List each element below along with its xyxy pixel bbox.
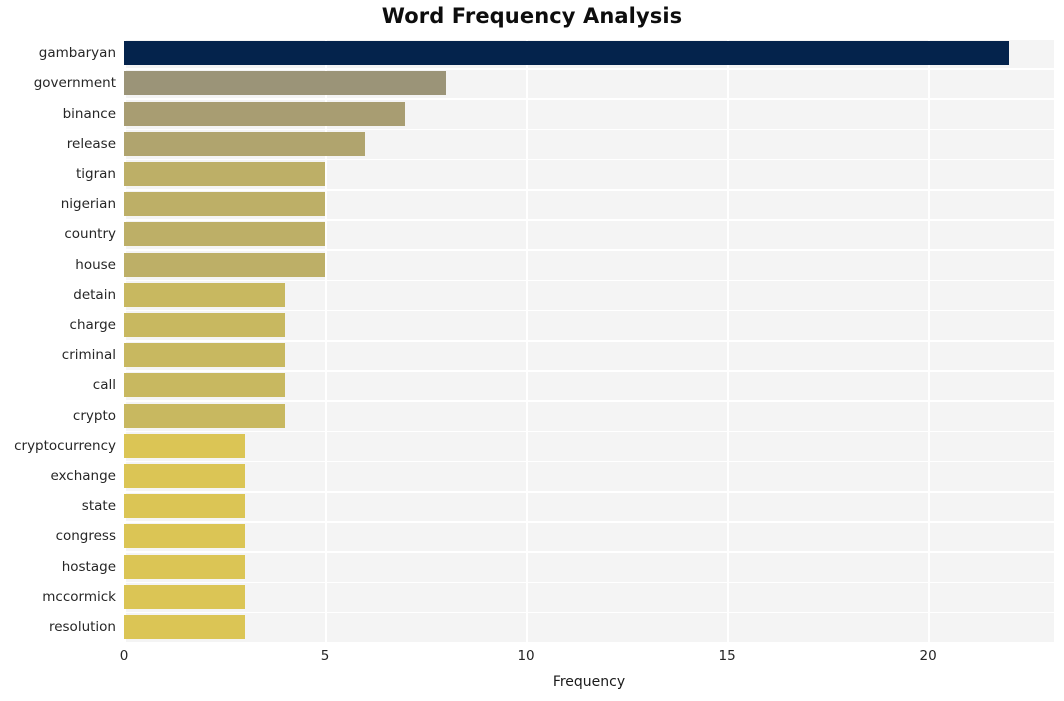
y-axis-tick-label: hostage xyxy=(61,558,116,575)
y-axis-tick-label: release xyxy=(66,135,116,152)
y-axis-tick-label: tigran xyxy=(76,165,116,182)
y-axis-tick-label: charge xyxy=(69,316,116,333)
y-axis-tick-label: resolution xyxy=(48,618,116,635)
y-axis-tick-label: cryptocurrency xyxy=(14,437,116,454)
y-axis-tick-label: call xyxy=(92,377,116,394)
y-axis-tick-label: state xyxy=(81,498,116,515)
y-axis-tick-label: detain xyxy=(73,286,116,303)
x-axis-tick-label: 20 xyxy=(919,648,937,664)
y-axis-tick-label: nigerian xyxy=(60,196,116,213)
chart-figure: Word Frequency Analysis gambaryan governm… xyxy=(0,0,1064,701)
y-axis-tick-label: criminal xyxy=(61,347,116,364)
y-axis-tick-label: binance xyxy=(62,105,116,122)
y-axis-tick-label: congress xyxy=(55,528,116,545)
x-axis-tick-label: 0 xyxy=(119,648,129,664)
y-axis-tick-label: crypto xyxy=(72,407,116,424)
y-axis-tick-label: exchange xyxy=(50,467,116,484)
y-axis-tick-label: mccormick xyxy=(42,588,116,605)
y-axis-tick-label: government xyxy=(33,75,116,92)
x-axis-tick-labels: 0 5 10 15 20 xyxy=(0,648,1064,670)
x-axis-tick-label: 10 xyxy=(517,648,535,664)
x-axis-tick-label: 5 xyxy=(320,648,330,664)
y-axis-tick-label: country xyxy=(64,226,116,243)
x-axis-label: Frequency xyxy=(552,674,626,690)
page-title: Word Frequency Analysis xyxy=(381,4,683,28)
y-axis-tick-labels: gambaryan government binance release tigran n… xyxy=(0,38,1064,642)
y-axis-tick-label: house xyxy=(75,256,116,273)
x-axis-tick-label: 15 xyxy=(718,648,736,664)
y-axis-tick-label: gambaryan xyxy=(38,45,116,62)
